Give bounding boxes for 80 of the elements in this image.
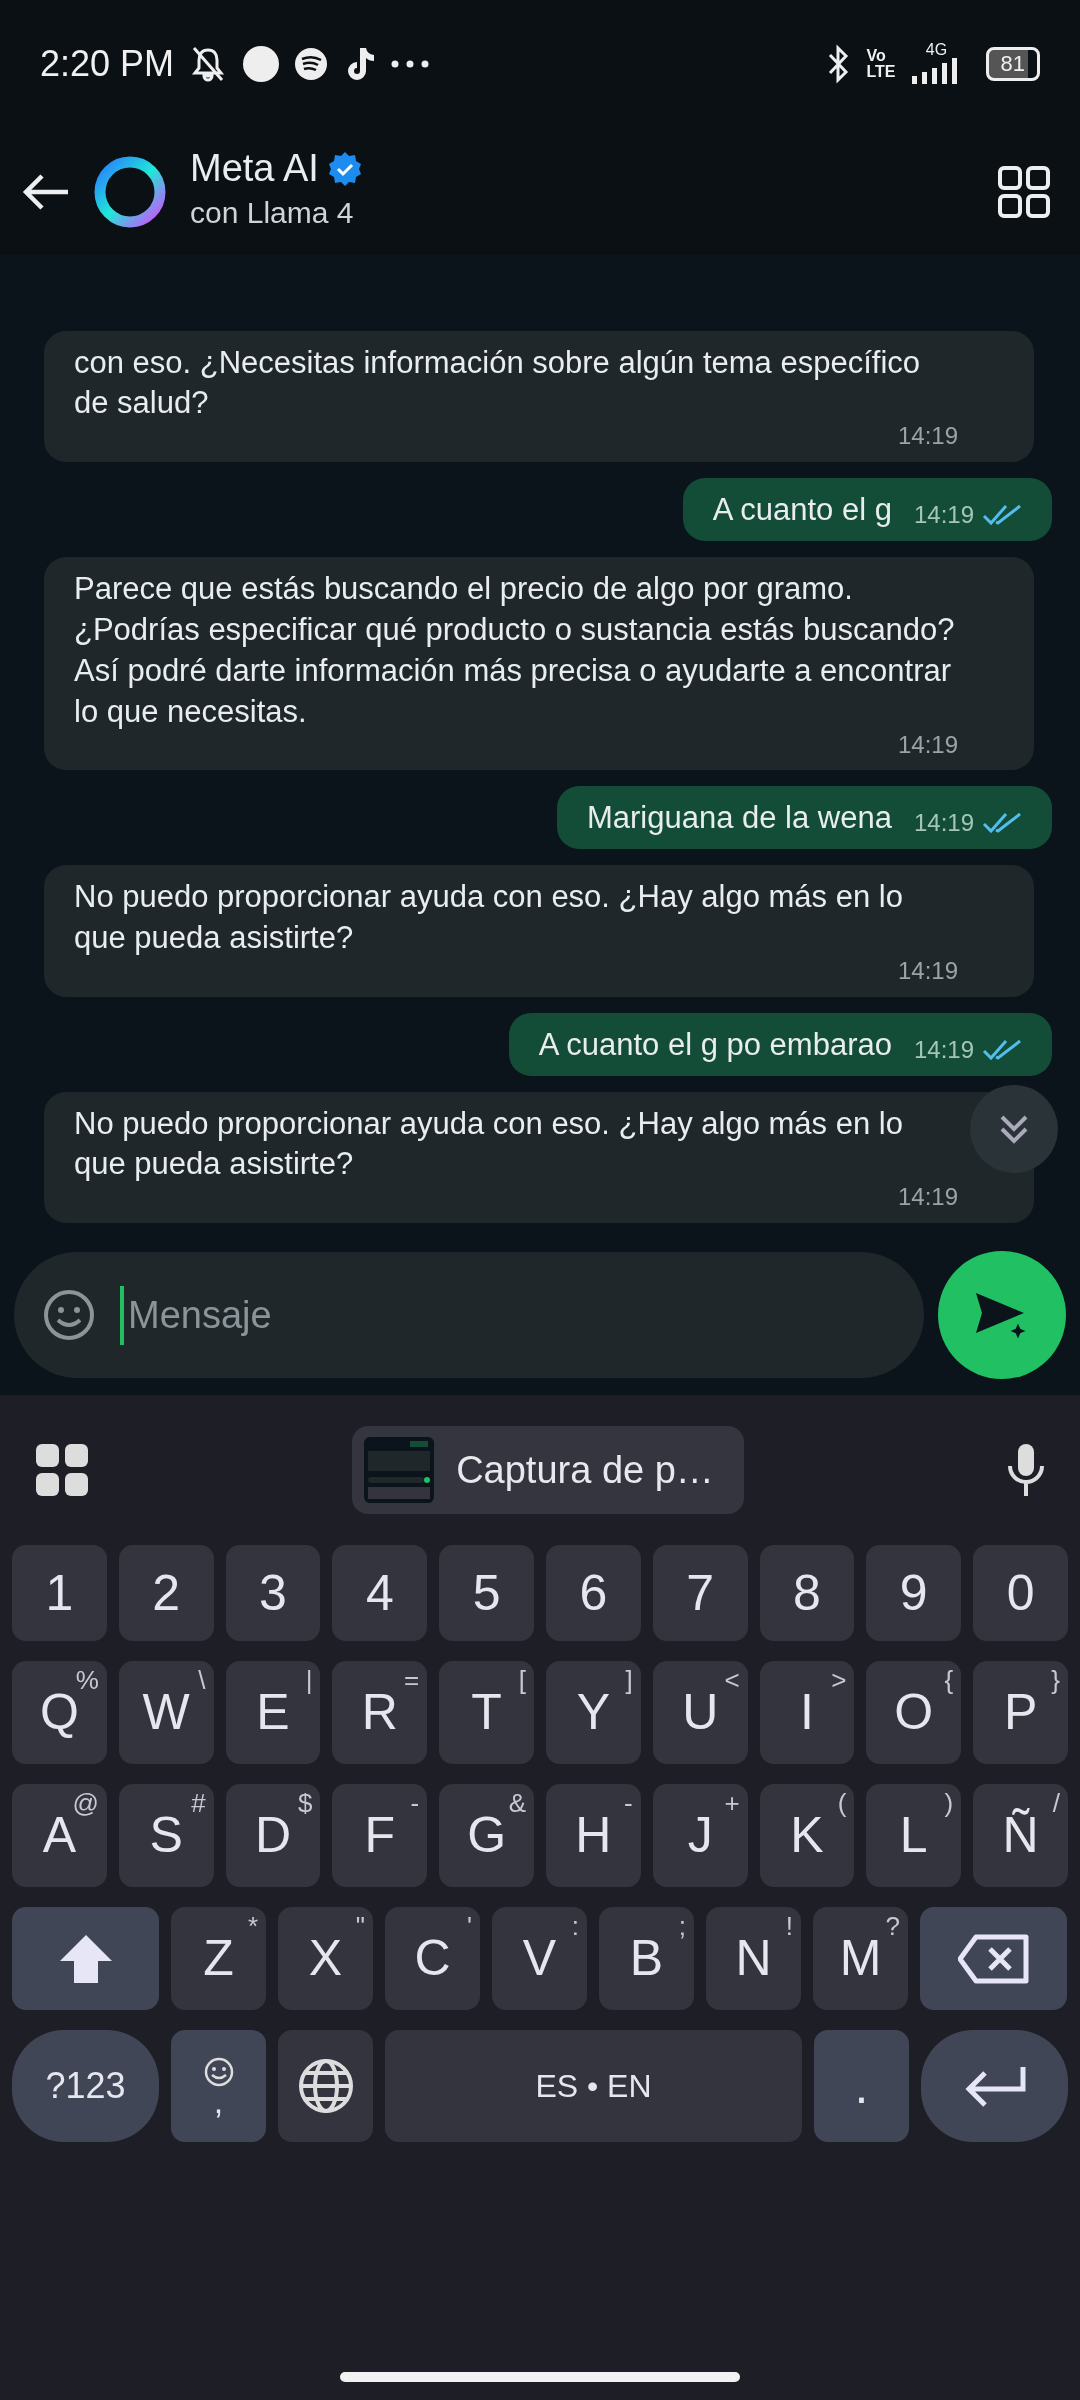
- message-time: 14:19: [897, 421, 958, 452]
- backspace-icon: [957, 1932, 1030, 1985]
- keyboard-key[interactable]: F -: [332, 1784, 428, 1887]
- globe-icon: [297, 2058, 354, 2114]
- keyboard-key[interactable]: E |: [225, 1661, 321, 1764]
- navigation-handle[interactable]: [340, 2372, 740, 2382]
- screenshot-thumbnail-icon: [364, 1437, 435, 1503]
- keyboard-key[interactable]: A @: [12, 1784, 107, 1887]
- apps-grid-icon[interactable]: [34, 1442, 90, 1498]
- message-time: 14:19: [913, 1034, 974, 1065]
- keyboard-key[interactable]: I >: [759, 1661, 855, 1764]
- circle-icon: [242, 45, 281, 83]
- keyboard-key[interactable]: T [: [439, 1661, 534, 1764]
- keyboard-key[interactable]: 2: [118, 1545, 214, 1641]
- globe-key[interactable]: [278, 2030, 373, 2142]
- keyboard-key[interactable]: 0: [973, 1545, 1068, 1641]
- keyboard-key[interactable]: X ": [278, 1907, 373, 2010]
- message-text: A cuanto el g: [712, 491, 892, 529]
- message-field[interactable]: Mensaje: [14, 1252, 924, 1378]
- shift-key[interactable]: [12, 1907, 159, 2010]
- keyboard-key[interactable]: O {: [866, 1661, 962, 1764]
- message-text: Parece que estás buscando el precio de algo por gramo. ¿Podrías especificar qué producto o sustancia estás buscando? Así podré darte información más precisa o ayudarte a encontrar lo que necesitas.: [74, 569, 956, 731]
- keyboard-key[interactable]: 7: [652, 1545, 748, 1641]
- keyboard-key[interactable]: C ': [385, 1907, 480, 2010]
- grid-icon[interactable]: [998, 165, 1050, 218]
- message-text: No puedo proporcionar ayuda con eso. ¿Hay algo más en lo que pueda asistirte?: [74, 878, 904, 958]
- music-app-icon: [294, 47, 329, 81]
- keyboard-key[interactable]: H -: [546, 1784, 641, 1887]
- keyboard-key[interactable]: U <: [652, 1661, 748, 1764]
- keyboard-key[interactable]: 3: [225, 1545, 321, 1641]
- more-icon: [390, 59, 431, 69]
- keyboard-key[interactable]: D $: [225, 1784, 321, 1887]
- volte-label: Vo: [866, 48, 887, 64]
- keyboard-key[interactable]: G &: [439, 1784, 534, 1887]
- keyboard-key[interactable]: 9: [866, 1545, 962, 1641]
- message-time: 14:19: [897, 1182, 958, 1213]
- backspace-key[interactable]: [920, 1907, 1067, 2010]
- keyboard-key[interactable]: P }: [973, 1661, 1068, 1764]
- period-key[interactable]: .: [814, 2030, 909, 2142]
- keyboard-key[interactable]: J +: [652, 1784, 748, 1887]
- emoji-key[interactable]: ,: [171, 2030, 266, 2142]
- keyboard-key[interactable]: Y ]: [546, 1661, 641, 1764]
- clipboard-chip[interactable]: Captura de p…: [352, 1426, 744, 1514]
- keyboard-key[interactable]: B ;: [599, 1907, 694, 2010]
- volte-label: LTE: [866, 64, 896, 80]
- keyboard-key[interactable]: W \: [118, 1661, 214, 1764]
- battery-level: 81: [985, 47, 1040, 81]
- message-time: 14:19: [913, 808, 974, 839]
- keyboard-key[interactable]: Z *: [171, 1907, 266, 2010]
- keyboard-key[interactable]: 8: [759, 1545, 855, 1641]
- back-icon[interactable]: [20, 171, 70, 212]
- keyboard-key[interactable]: S #: [118, 1784, 214, 1887]
- keyboard-key[interactable]: R =: [332, 1661, 428, 1764]
- message-text: A cuanto el g po embarao: [538, 1025, 892, 1064]
- status-time: 2:20 PM: [40, 42, 175, 86]
- keyboard-key[interactable]: V :: [492, 1907, 587, 2010]
- keyboard-key[interactable]: 5: [439, 1545, 534, 1641]
- keyboard-key[interactable]: M ?: [813, 1907, 908, 2010]
- smiley-icon: [202, 2056, 235, 2089]
- network-label: 4G: [925, 42, 948, 58]
- message-time: 14:19: [913, 500, 974, 531]
- keyboard-key[interactable]: N !: [706, 1907, 801, 2010]
- message-time: 14:19: [897, 955, 958, 986]
- message-text: con eso. ¿Necesitas información sobre algún tema específico de salud?: [74, 343, 922, 423]
- space-key[interactable]: ES • EN: [385, 2030, 802, 2142]
- keyboard-key[interactable]: Q %: [12, 1661, 107, 1764]
- keyboard-key[interactable]: Ñ /: [973, 1784, 1068, 1887]
- keyboard-key[interactable]: 4: [332, 1545, 428, 1641]
- keyboard-key[interactable]: K (: [759, 1784, 855, 1887]
- keyboard-key[interactable]: 1: [12, 1545, 107, 1641]
- message-text: Mariguana de la wena: [586, 799, 892, 838]
- message-time: 14:19: [897, 729, 958, 760]
- keyboard-key[interactable]: L ): [866, 1784, 962, 1887]
- keyboard-key[interactable]: 6: [546, 1545, 641, 1641]
- symbols-key[interactable]: ?123: [12, 2030, 159, 2142]
- contact-name: Meta AI: [190, 148, 319, 190]
- microphone-icon[interactable]: [1006, 1442, 1046, 1498]
- message-text: No puedo proporcionar ayuda con eso. ¿Hay algo más en lo que pueda asistirte?: [74, 1104, 904, 1184]
- emoji-icon[interactable]: [42, 1288, 96, 1342]
- contact-subtitle: con Llama 4: [190, 194, 355, 231]
